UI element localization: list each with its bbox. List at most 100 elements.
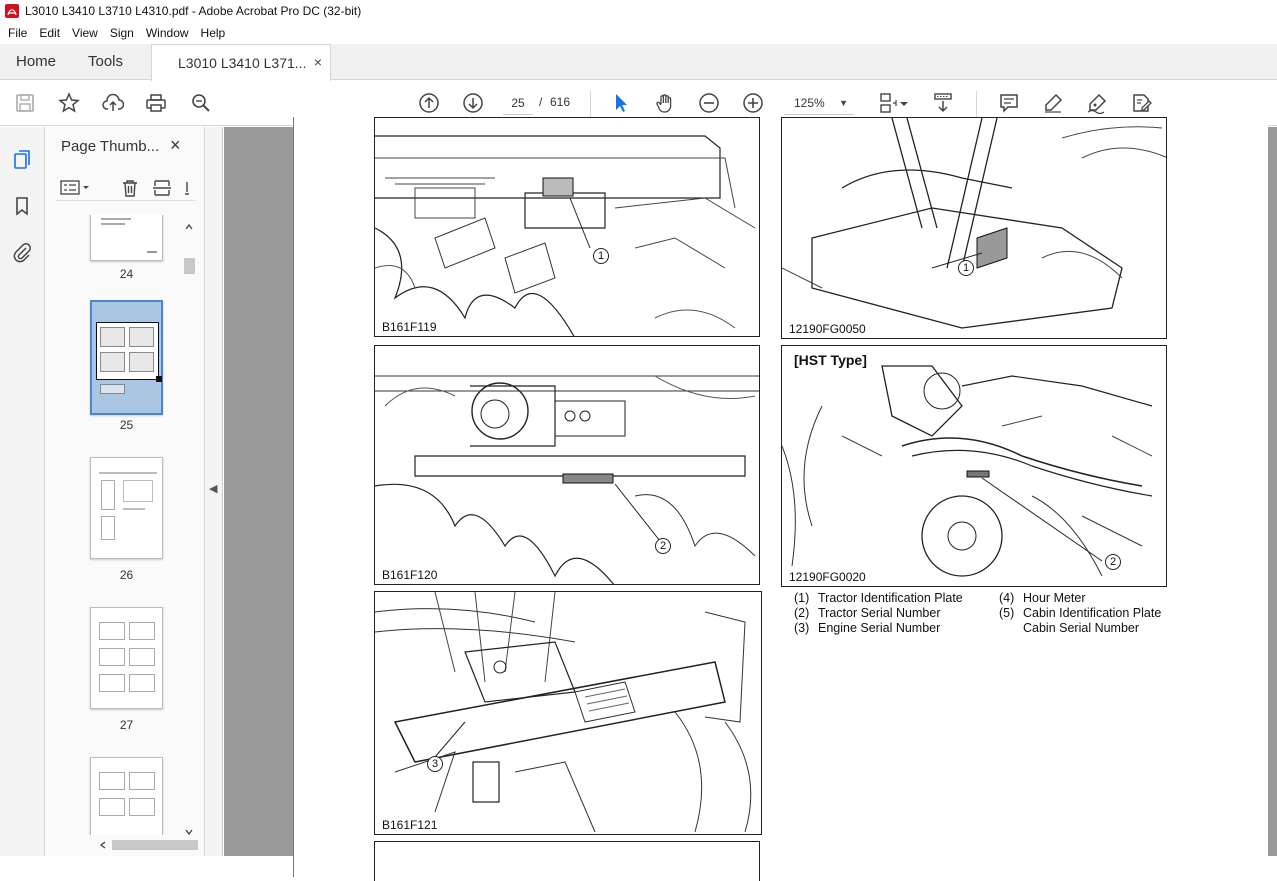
- scroll-up-icon[interactable]: [184, 222, 194, 232]
- total-pages: 616: [550, 95, 571, 109]
- thumbnail-page[interactable]: [90, 215, 163, 261]
- page-thumbnails-icon[interactable]: [9, 147, 35, 173]
- scroll-mode-icon[interactable]: [930, 90, 956, 116]
- figure-cabin-plate: 1 12190FG0050: [781, 117, 1167, 339]
- tab-home[interactable]: Home: [16, 44, 56, 80]
- more-tools-icon[interactable]: [182, 178, 192, 198]
- page-separator: /: [539, 95, 543, 109]
- thumbnail-list: 24 25 26 27: [46, 215, 181, 835]
- menu-window[interactable]: Window: [140, 26, 195, 40]
- menu-edit[interactable]: Edit: [33, 26, 66, 40]
- horizontal-scrollbar-thumb[interactable]: [112, 840, 198, 850]
- figure-heading: [HST Type]: [792, 352, 869, 368]
- legend-entry: Cabin Serial Number: [1023, 621, 1140, 635]
- callout-marker: 2: [655, 538, 671, 554]
- callout-marker: 3: [427, 756, 443, 772]
- zoom-in-icon[interactable]: [740, 90, 766, 116]
- hand-tool-icon[interactable]: [652, 90, 678, 116]
- figure-hst-serial-number: [HST Type] 2 12190FG0020: [781, 345, 1167, 587]
- draw-sign-icon[interactable]: [1084, 90, 1110, 116]
- edit-pdf-icon[interactable]: [1128, 90, 1154, 116]
- delete-trash-icon[interactable]: [120, 178, 140, 198]
- menu-bar: File Edit View Sign Window Help: [0, 22, 1277, 44]
- close-panel-icon[interactable]: ×: [170, 135, 181, 156]
- toolbar-divider: [976, 91, 977, 117]
- thumbnail-label: 26: [119, 568, 134, 582]
- figure-serial-number: 2 B161F120: [374, 345, 760, 585]
- document-tab-label: L3010 L3410 L371...: [178, 55, 307, 71]
- toolbar-divider: [590, 91, 591, 117]
- page-display-chevron-icon[interactable]: [898, 90, 910, 116]
- collapse-left-icon: ◀: [209, 483, 218, 495]
- thumbnail-options-icon[interactable]: [60, 180, 90, 196]
- figure-code: 12190FG0050: [787, 322, 868, 336]
- callout-marker: 1: [593, 248, 609, 264]
- extract-pages-icon[interactable]: [152, 178, 172, 198]
- legend-entry: (5) Cabin Identification Plate: [999, 606, 1162, 620]
- thumbnail-scrollbar[interactable]: [182, 220, 196, 840]
- figure-code: B161F121: [380, 818, 440, 832]
- upload-cloud-icon[interactable]: [100, 90, 126, 116]
- panel-toolbar: [56, 175, 196, 201]
- menu-file[interactable]: File: [2, 26, 33, 40]
- tab-document[interactable]: L3010 L3410 L371... ×: [151, 44, 331, 81]
- chevron-down-icon: ▼: [839, 98, 848, 108]
- bookmark-star-icon[interactable]: [56, 90, 82, 116]
- tab-bar: Home Tools L3010 L3410 L371... ×: [0, 44, 1277, 81]
- thumbnail-label: 25: [119, 418, 134, 432]
- bookmarks-icon[interactable]: [9, 193, 35, 219]
- legend-entry: (1) Tractor Identification Plate: [794, 591, 963, 605]
- title-bar: L3010 L3410 L3710 L4310.pdf - Adobe Acro…: [0, 0, 1277, 22]
- print-icon[interactable]: [143, 90, 169, 116]
- highlight-pen-icon[interactable]: [1040, 90, 1066, 116]
- scroll-left-icon[interactable]: [98, 840, 108, 850]
- save-icon[interactable]: [12, 90, 38, 116]
- next-page-icon[interactable]: [460, 90, 486, 116]
- comment-icon[interactable]: [996, 90, 1022, 116]
- zoom-level-dropdown[interactable]: 125% ▼: [784, 91, 854, 115]
- scrollbar-thumb[interactable]: [184, 258, 195, 274]
- panel-title: Page Thumb...: [61, 138, 160, 155]
- figure-tractor-plate: 1 B161F119: [374, 117, 760, 337]
- figure-code: 12190FG0020: [787, 570, 868, 584]
- left-navigation-rail: [0, 127, 45, 856]
- figure-engine-serial-number: 3 B161F121: [374, 591, 762, 835]
- callout-marker: 1: [958, 260, 974, 276]
- legend-entry: (4) Hour Meter: [999, 591, 1086, 605]
- callout-marker: 2: [1105, 554, 1121, 570]
- document-view[interactable]: 1 B161F119 1 12190FG0050 2 B161F120 [HST…: [281, 117, 1277, 881]
- page-thumbnails-panel: Page Thumb... × 24 25 26 27: [46, 127, 205, 856]
- figure-code: B161F120: [380, 568, 440, 582]
- select-cursor-icon[interactable]: [608, 90, 634, 116]
- scroll-down-icon[interactable]: [184, 827, 194, 837]
- zoom-out-icon[interactable]: [696, 90, 722, 116]
- zoom-search-icon[interactable]: [188, 90, 214, 116]
- legend-entry: (2) Tractor Serial Number: [794, 606, 941, 620]
- zoom-level-value: 125%: [794, 96, 825, 110]
- thumbnail-page[interactable]: [90, 757, 163, 835]
- pdf-page: 1 B161F119 1 12190FG0050 2 B161F120 [HST…: [293, 117, 1268, 881]
- thumbnail-page[interactable]: [90, 607, 163, 709]
- page-number-input[interactable]: 25: [503, 91, 533, 115]
- close-tab-icon[interactable]: ×: [314, 54, 322, 70]
- menu-sign[interactable]: Sign: [104, 26, 140, 40]
- document-gutter: [224, 127, 281, 856]
- attachments-paperclip-icon[interactable]: [9, 239, 35, 265]
- thumbnail-page-selected[interactable]: [90, 300, 163, 415]
- legend-right-column: (4) Hour Meter (5) Cabin Identification Pl…: [999, 591, 1161, 636]
- window-title: L3010 L3410 L3710 L4310.pdf - Adobe Acro…: [25, 4, 362, 18]
- menu-help[interactable]: Help: [195, 26, 232, 40]
- figure-next-partial: [374, 841, 760, 881]
- previous-page-icon[interactable]: [416, 90, 442, 116]
- thumbnail-page[interactable]: [90, 457, 163, 559]
- thumbnail-label: 27: [119, 718, 134, 732]
- thumbnail-horizontal-scrollbar[interactable]: [98, 838, 198, 852]
- tab-tools[interactable]: Tools: [88, 44, 123, 80]
- legend-entry: (3) Engine Serial Number: [794, 621, 941, 635]
- menu-view[interactable]: View: [66, 26, 104, 40]
- panel-collapse-handle[interactable]: ◀: [205, 127, 223, 856]
- legend-left-column: (1) Tractor Identification Plate (2) Tract…: [794, 591, 963, 636]
- acrobat-app-icon: [5, 4, 19, 18]
- thumbnail-label: 24: [119, 267, 134, 281]
- figure-code: B161F119: [380, 320, 439, 334]
